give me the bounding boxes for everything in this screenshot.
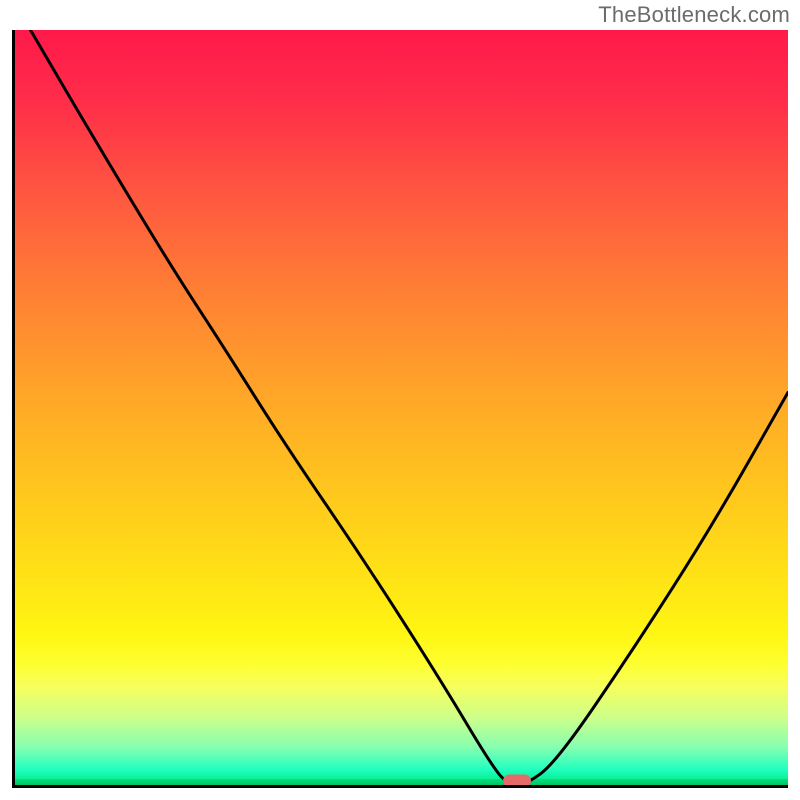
optimal-marker	[503, 775, 531, 788]
plot-area	[12, 30, 788, 788]
chart-stage: TheBottleneck.com	[0, 0, 800, 800]
watermark-text: TheBottleneck.com	[598, 4, 790, 26]
bottleneck-curve	[15, 30, 788, 785]
